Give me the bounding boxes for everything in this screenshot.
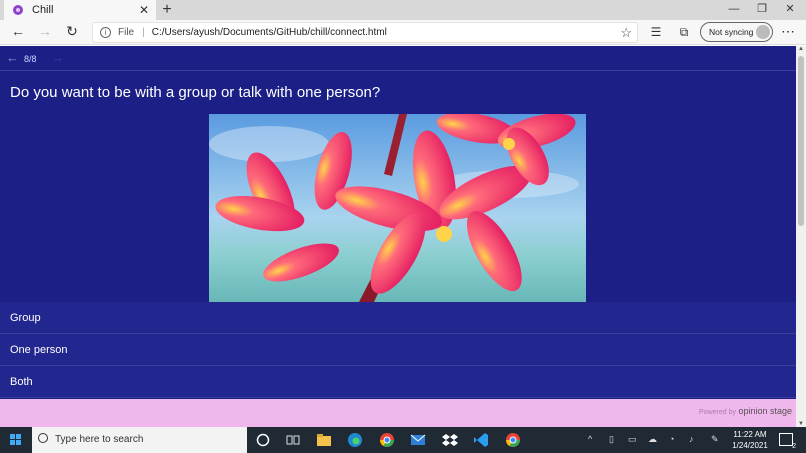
info-icon[interactable]: i bbox=[100, 27, 111, 38]
window-close-icon[interactable]: ✕ bbox=[776, 0, 804, 20]
favicon-icon bbox=[13, 5, 23, 15]
address-bar[interactable]: i File | C:/Users/ayush/Documents/GitHub… bbox=[92, 22, 638, 43]
answer-option-group[interactable]: Group bbox=[0, 302, 796, 334]
notification-center-icon[interactable]: 2 bbox=[779, 433, 796, 450]
address-separator: | bbox=[142, 27, 145, 38]
favorite-star-icon[interactable]: ☆ bbox=[620, 25, 632, 41]
refresh-icon[interactable]: ↻ bbox=[62, 23, 82, 41]
taskbar-search-placeholder: Type here to search bbox=[55, 434, 144, 445]
chrome-icon[interactable] bbox=[378, 431, 396, 449]
chrome-alt-icon[interactable] bbox=[504, 431, 522, 449]
new-tab-button[interactable]: + bbox=[160, 0, 174, 20]
minimize-icon[interactable]: — bbox=[720, 0, 748, 20]
profile-avatar bbox=[756, 25, 770, 39]
address-url: C:/Users/ayush/Documents/GitHub/chill/co… bbox=[151, 27, 387, 38]
forward-icon[interactable]: → bbox=[35, 23, 55, 41]
task-view-icon[interactable] bbox=[284, 431, 302, 449]
browser-toolbar: ← → ↻ i File | C:/Users/ayush/Documents/… bbox=[0, 20, 806, 45]
tab-title: Chill bbox=[32, 4, 54, 16]
sync-button[interactable]: Not syncing bbox=[700, 22, 773, 42]
question-nav: ← 8/8 → bbox=[0, 46, 796, 71]
survey-footer: Powered by opinion stage bbox=[0, 399, 796, 427]
tab-strip: Chill ✕ + — ❐ ✕ bbox=[0, 0, 806, 20]
survey-widget: ← 8/8 → Do you want to be with a group o… bbox=[0, 46, 796, 427]
tray-chevron-icon[interactable]: ^ bbox=[588, 434, 592, 444]
more-menu-icon[interactable]: ⋯ bbox=[781, 23, 795, 40]
answer-option-one-person[interactable]: One person bbox=[0, 334, 796, 366]
notification-count: 2 bbox=[792, 443, 796, 450]
address-scheme: File bbox=[118, 27, 135, 38]
next-arrow-icon[interactable]: → bbox=[51, 50, 64, 65]
vscode-icon[interactable] bbox=[472, 431, 490, 449]
file-explorer-icon[interactable] bbox=[315, 431, 333, 449]
question-title: Do you want to be with a group or talk w… bbox=[10, 84, 381, 101]
sync-label: Not syncing bbox=[709, 27, 754, 37]
tab-close-icon[interactable]: ✕ bbox=[139, 3, 149, 17]
mail-icon[interactable] bbox=[409, 431, 427, 449]
windows-start-icon[interactable] bbox=[0, 427, 32, 453]
flower-image bbox=[209, 114, 586, 302]
clock-date: 1/24/2021 bbox=[732, 441, 768, 450]
favorites-icon[interactable]: ☰ bbox=[649, 25, 663, 39]
pen-icon[interactable]: ✎ bbox=[711, 434, 719, 445]
collections-icon[interactable]: ⧉ bbox=[677, 25, 691, 39]
wifi-icon[interactable]: ◔ bbox=[669, 434, 674, 444]
taskbar-clock[interactable]: 11:22 AM 1/24/2021 bbox=[727, 429, 773, 451]
previous-arrow-icon[interactable]: ← bbox=[6, 50, 19, 65]
battery-icon[interactable]: ▭ bbox=[628, 434, 637, 445]
powered-by-label: Powered by bbox=[699, 409, 736, 416]
question-progress: 8/8 bbox=[24, 54, 37, 64]
onedrive-icon[interactable]: ☁ bbox=[648, 434, 657, 445]
opinion-stage-logo[interactable]: opinion stage bbox=[738, 406, 792, 416]
scroll-up-icon[interactable]: ▲ bbox=[798, 46, 804, 52]
taskbar-search-box[interactable]: Type here to search bbox=[32, 427, 247, 453]
scrollbar-thumb[interactable] bbox=[798, 56, 804, 226]
dropbox-icon[interactable] bbox=[441, 431, 459, 449]
windows-taskbar: Type here to search ^ ▯ ▭ ☁ ◔ ♪ ✎ 11:22 … bbox=[0, 427, 806, 453]
answer-option-both[interactable]: Both bbox=[0, 366, 796, 398]
clock-time: 11:22 AM bbox=[733, 430, 767, 439]
cortana-icon[interactable] bbox=[254, 431, 272, 449]
search-icon bbox=[38, 433, 48, 443]
edge-icon[interactable] bbox=[346, 431, 364, 449]
page-scrollbar[interactable]: ▲ ▼ bbox=[796, 46, 806, 427]
tray-device-icon[interactable]: ▯ bbox=[609, 434, 614, 445]
restore-icon[interactable]: ❐ bbox=[748, 0, 776, 20]
back-icon[interactable]: ← bbox=[8, 23, 28, 41]
tab-chill[interactable]: Chill ✕ bbox=[4, 0, 156, 20]
volume-icon[interactable]: ♪ bbox=[689, 434, 694, 444]
